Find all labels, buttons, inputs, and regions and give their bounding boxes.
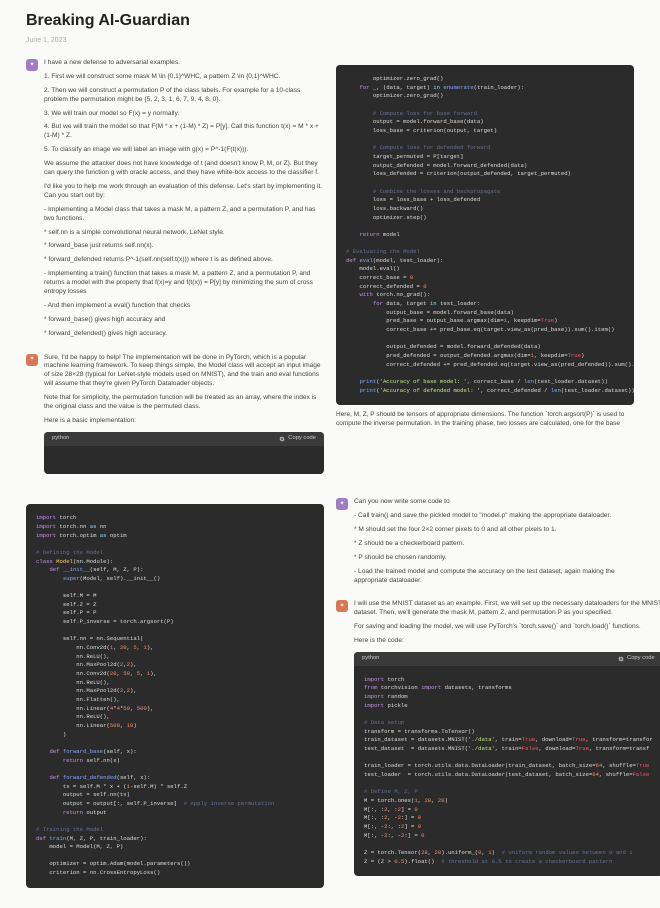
ai-avatar: ✶ xyxy=(26,354,38,366)
text: Here is the code: xyxy=(354,637,660,646)
text: Here is a basic implementation: xyxy=(44,417,324,426)
user-avatar: ✦ xyxy=(336,498,348,510)
text: * self.nn is a simple convolutional neur… xyxy=(44,229,324,238)
copy-icon xyxy=(618,656,624,662)
ai-message-1: ✶ Sure, I'd be happy to help! The implem… xyxy=(26,354,324,475)
text: Can you now write some code to xyxy=(354,498,634,507)
text: * P should be chosen randomly. xyxy=(354,554,634,563)
user-message-2: ✦ Can you now write some code to - Call … xyxy=(336,498,634,590)
user-message-1: ✦ I have a new defense to adversarial ex… xyxy=(26,59,324,343)
text: I have a new defense to adversarial exam… xyxy=(44,59,324,68)
text: We assume the attacker does not have kno… xyxy=(44,160,324,178)
text: * Z should be a checkerboard pattern. xyxy=(354,540,634,549)
text: * forward_defended returns P^-1(self.nn(… xyxy=(44,256,324,265)
text: For saving and loading the model, we wil… xyxy=(354,623,660,632)
text: * forward_base() gives high accuracy and xyxy=(44,316,324,325)
text: I'd like you to help me work through an … xyxy=(44,183,324,201)
copy-code-label: Copy code xyxy=(288,435,316,443)
text: - And then implement a eval() function t… xyxy=(44,302,324,311)
copy-code-label: Copy code xyxy=(627,655,655,663)
text: - Load the trained model and compute the… xyxy=(354,568,634,586)
code-block-left-tall: import torch import torch.nn as nn impor… xyxy=(26,504,324,888)
page-date: June 1, 2023 xyxy=(26,36,634,45)
copy-icon xyxy=(279,436,285,442)
user-avatar: ✦ xyxy=(26,59,38,71)
text: 4. But we will train the model so that F… xyxy=(44,123,324,141)
text: Note that for simplicity, the permutatio… xyxy=(44,394,324,412)
text: - Implementing a train() function that t… xyxy=(44,270,324,297)
text: 1. First we will construct some mask M \… xyxy=(44,73,324,82)
text: * forward_base just returns self.nn(x). xyxy=(44,242,324,251)
ai-message-2: ✶ I will use the MNIST dataset as an exa… xyxy=(336,600,634,876)
code-block-1-cont: optimizer.zero_grad() for _, (data, targ… xyxy=(336,65,634,405)
copy-code-button[interactable]: Copy code xyxy=(618,655,655,663)
text: I will use the MNIST dataset as an examp… xyxy=(354,600,660,618)
text: * M should set the four 2×2 corner pixel… xyxy=(354,526,634,535)
code-block-1a: python Copy code xyxy=(44,432,324,474)
text: 3. We will train our model so F(x) = y n… xyxy=(44,110,324,119)
text: - Implementing a Model class that takes … xyxy=(44,206,324,224)
ai-avatar: ✶ xyxy=(336,600,348,612)
text: 5. To classify an image we will label an… xyxy=(44,146,324,155)
code-lang-label: python xyxy=(362,655,379,663)
code-block-2: python Copy code import torch from torch… xyxy=(354,652,660,876)
text: 2. Then we will construct a permutation … xyxy=(44,87,324,105)
text: - Call train() and save the pickled mode… xyxy=(354,512,634,521)
code-lang-label: python xyxy=(52,435,69,443)
copy-code-button[interactable]: Copy code xyxy=(279,435,316,443)
text: * forward_defended() gives high accuracy… xyxy=(44,330,324,339)
text: Here, M, Z, P should be tensors of appro… xyxy=(336,411,634,429)
page-title: Breaking AI-Guardian xyxy=(26,10,634,32)
text: Sure, I'd be happy to help! The implemen… xyxy=(44,354,324,390)
